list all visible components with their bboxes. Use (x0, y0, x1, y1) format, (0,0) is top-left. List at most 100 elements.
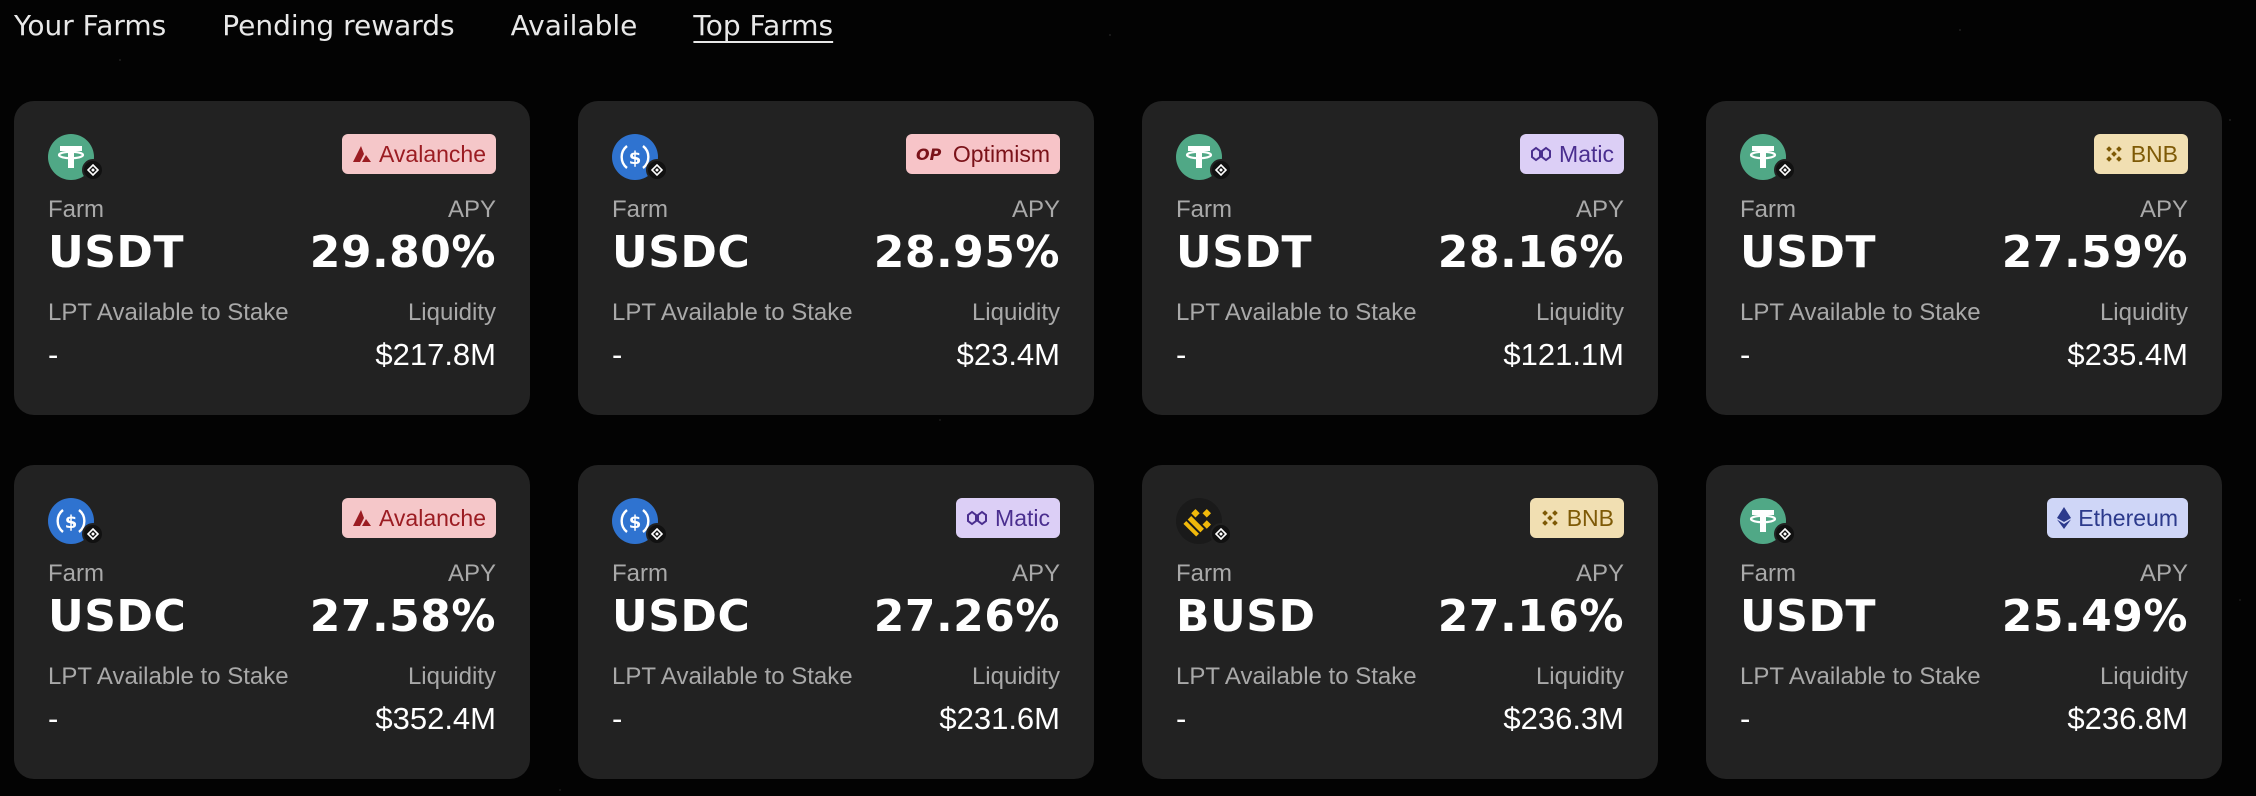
liquidity-label: Liquidity (971, 663, 1060, 690)
avalanche-icon (352, 145, 372, 163)
farm-card[interactable]: Avalanche Farm APY USDT 29.80% LPT Available … (14, 101, 530, 415)
apy-label: APY (1011, 196, 1060, 223)
svg-text:$: $ (629, 148, 642, 169)
chain-badge: OP Optimism (905, 134, 1060, 174)
tab-available[interactable]: Available (511, 8, 638, 44)
farm-apy: 28.16% (1437, 227, 1624, 278)
liquidity-label: Liquidity (2099, 663, 2188, 690)
bnb-icon (1540, 508, 1560, 528)
tab-pending-rewards[interactable]: Pending rewards (222, 8, 454, 44)
bnb-icon (2104, 144, 2124, 164)
chain-badge-label: Matic (995, 504, 1050, 531)
chain-badge-label: Avalanche (379, 140, 486, 167)
farm-sub-badge-icon (646, 159, 668, 181)
farm-label: Farm (1176, 560, 1232, 587)
liquidity-value: $217.8M (375, 337, 496, 372)
farm-sub-badge-icon (82, 159, 104, 181)
farm-token: USDC (612, 227, 751, 278)
farm-token: USDT (1740, 591, 1876, 642)
lpt-available-label: LPT Available to Stake (1740, 663, 1981, 690)
chain-badge: Matic (1520, 134, 1624, 174)
chain-badge: Avalanche (342, 498, 496, 538)
farm-grid: Avalanche Farm APY USDT 29.80% LPT Available … (14, 101, 2222, 779)
apy-label: APY (2139, 560, 2188, 587)
liquidity-value: $231.6M (939, 701, 1060, 736)
liquidity-label: Liquidity (407, 299, 496, 326)
chain-badge-label: Optimism (952, 140, 1050, 167)
lpt-available-value: - (612, 701, 623, 736)
farm-label: Farm (48, 560, 104, 587)
farm-apy: 27.16% (1437, 591, 1624, 642)
chain-badge-label: Ethereum (2078, 504, 2178, 531)
farm-sub-badge-icon (1774, 159, 1796, 181)
farm-apy: 27.26% (873, 591, 1060, 642)
lpt-available-value: - (1740, 701, 1751, 736)
chain-badge-label: Matic (1559, 140, 1614, 167)
chain-badge: BNB (2093, 134, 2188, 174)
farm-token: BUSD (1176, 591, 1316, 642)
lpt-available-label: LPT Available to Stake (48, 663, 289, 690)
apy-label: APY (1575, 196, 1624, 223)
farm-label: Farm (1740, 196, 1796, 223)
chain-badge-label: BNB (1566, 504, 1614, 531)
chain-badge: Matic (956, 498, 1060, 538)
farm-tabs: Your Farms Pending rewards Available Top… (14, 8, 889, 44)
farm-card[interactable]: $ OP Optimism Farm APY USDC 28.95% LPT Availabl… (578, 101, 1094, 415)
farm-label: Farm (1176, 196, 1232, 223)
chain-badge: Avalanche (342, 134, 496, 174)
lpt-available-value: - (1176, 701, 1187, 736)
liquidity-label: Liquidity (1535, 663, 1624, 690)
apy-label: APY (1575, 560, 1624, 587)
liquidity-value: $236.3M (1503, 701, 1624, 736)
ethereum-icon (2057, 507, 2072, 529)
farm-card[interactable]: BNB Farm APY BUSD 27.16% LPT Available to Sta… (1142, 465, 1658, 779)
farm-apy: 27.59% (2001, 227, 2188, 278)
farm-token: USDC (612, 591, 751, 642)
farm-apy: 29.80% (309, 227, 496, 278)
farm-apy: 27.58% (309, 591, 496, 642)
farm-sub-badge-icon (1210, 523, 1232, 545)
farm-card[interactable]: $ Avalanche Farm APY USDC 27.58% LPT Available… (14, 465, 530, 779)
liquidity-value: $235.4M (2067, 337, 2188, 372)
liquidity-label: Liquidity (971, 299, 1060, 326)
farm-card[interactable]: Matic Farm APY USDT 28.16% LPT Available to S… (1142, 101, 1658, 415)
farm-sub-badge-icon (82, 523, 104, 545)
apy-label: APY (447, 196, 496, 223)
lpt-available-value: - (48, 701, 59, 736)
liquidity-label: Liquidity (1535, 299, 1624, 326)
lpt-available-label: LPT Available to Stake (48, 299, 289, 326)
farm-card[interactable]: $ Matic Farm APY USDC 27.26% LPT Available to … (578, 465, 1094, 779)
tab-your-farms[interactable]: Your Farms (14, 8, 166, 44)
farm-sub-badge-icon (646, 523, 668, 545)
lpt-available-label: LPT Available to Stake (1740, 299, 1981, 326)
lpt-available-label: LPT Available to Stake (1176, 663, 1417, 690)
liquidity-label: Liquidity (2099, 299, 2188, 326)
apy-label: APY (447, 560, 496, 587)
liquidity-value: $121.1M (1503, 337, 1624, 372)
farm-label: Farm (612, 560, 668, 587)
chain-badge-label: Avalanche (379, 504, 486, 531)
farm-token: USDT (1176, 227, 1312, 278)
chain-badge-label: BNB (2130, 140, 2178, 167)
liquidity-value: $236.8M (2067, 701, 2188, 736)
lpt-available-label: LPT Available to Stake (1176, 299, 1417, 326)
farm-card[interactable]: BNB Farm APY USDT 27.59% LPT Available to Sta… (1706, 101, 2222, 415)
lpt-available-value: - (1740, 337, 1751, 372)
farm-label: Farm (1740, 560, 1796, 587)
polygon-icon (966, 510, 988, 526)
apy-label: APY (2139, 196, 2188, 223)
polygon-icon (1530, 146, 1552, 162)
tab-top-farms[interactable]: Top Farms (693, 8, 833, 44)
farm-sub-badge-icon (1774, 523, 1796, 545)
chain-badge: Ethereum (2047, 498, 2188, 538)
lpt-available-value: - (1176, 337, 1187, 372)
farm-token: USDT (1740, 227, 1876, 278)
optimism-icon: OP (916, 145, 946, 163)
farm-label: Farm (612, 196, 668, 223)
liquidity-value: $352.4M (375, 701, 496, 736)
farm-label: Farm (48, 196, 104, 223)
lpt-available-value: - (612, 337, 623, 372)
farm-apy: 28.95% (873, 227, 1060, 278)
farm-card[interactable]: Ethereum Farm APY USDT 25.49% LPT Available t… (1706, 465, 2222, 779)
lpt-available-value: - (48, 337, 59, 372)
